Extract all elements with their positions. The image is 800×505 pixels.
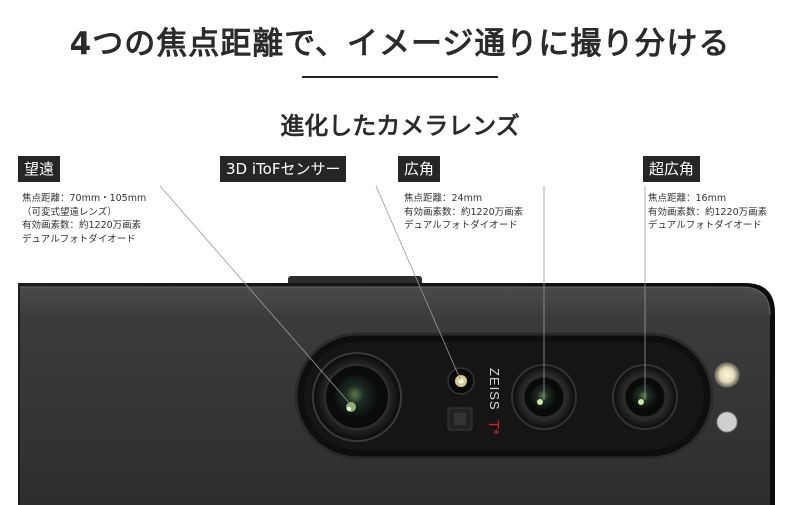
- spec-line: 有効画素数：約1220万画素: [648, 206, 768, 218]
- zeiss-logo-text: ZEISS: [487, 368, 502, 411]
- spec-line: デュアルフォトダイオード: [648, 220, 762, 231]
- phone-camera-illustration: ZEISS T *: [18, 185, 775, 505]
- sensor-window: [716, 411, 738, 433]
- spec-line: （可変式望遠レンズ）: [22, 206, 117, 218]
- zeiss-t-mark: T: [485, 420, 502, 429]
- label-wide: 広角: [398, 156, 441, 182]
- label-ultra-wide: 超広角: [643, 156, 701, 182]
- spec-line: 有効画素数：約1220万画素: [22, 220, 142, 231]
- flash: [714, 362, 740, 388]
- label-tof-sensor: 3D iToFセンサー: [220, 156, 347, 182]
- telephoto-lens: [312, 352, 402, 442]
- spec-line: 有効画素数：約1220万画素: [404, 206, 524, 218]
- label-telephoto: 望遠: [18, 156, 61, 182]
- telephoto-specs: 焦点距離：70mm・105mm （可変式望遠レンズ） 有効画素数：約1220万画…: [22, 192, 146, 246]
- spec-line: 焦点距離：24mm: [404, 193, 483, 204]
- spec-line: デュアルフォトダイオード: [404, 220, 518, 231]
- ultra-wide-specs: 焦点距離：16mm 有効画素数：約1220万画素 デュアルフォトダイオード: [648, 192, 767, 233]
- zeiss-branding: ZEISS T *: [485, 368, 502, 435]
- spec-line: デュアルフォトダイオード: [22, 233, 136, 245]
- spec-line: 焦点距離：70mm・105mm: [22, 193, 147, 204]
- spec-line: 焦点距離：16mm: [648, 193, 727, 204]
- wide-specs: 焦点距離：24mm 有効画素数：約1220万画素 デュアルフォトダイオード: [404, 192, 523, 233]
- zeiss-star-mark: *: [485, 429, 502, 435]
